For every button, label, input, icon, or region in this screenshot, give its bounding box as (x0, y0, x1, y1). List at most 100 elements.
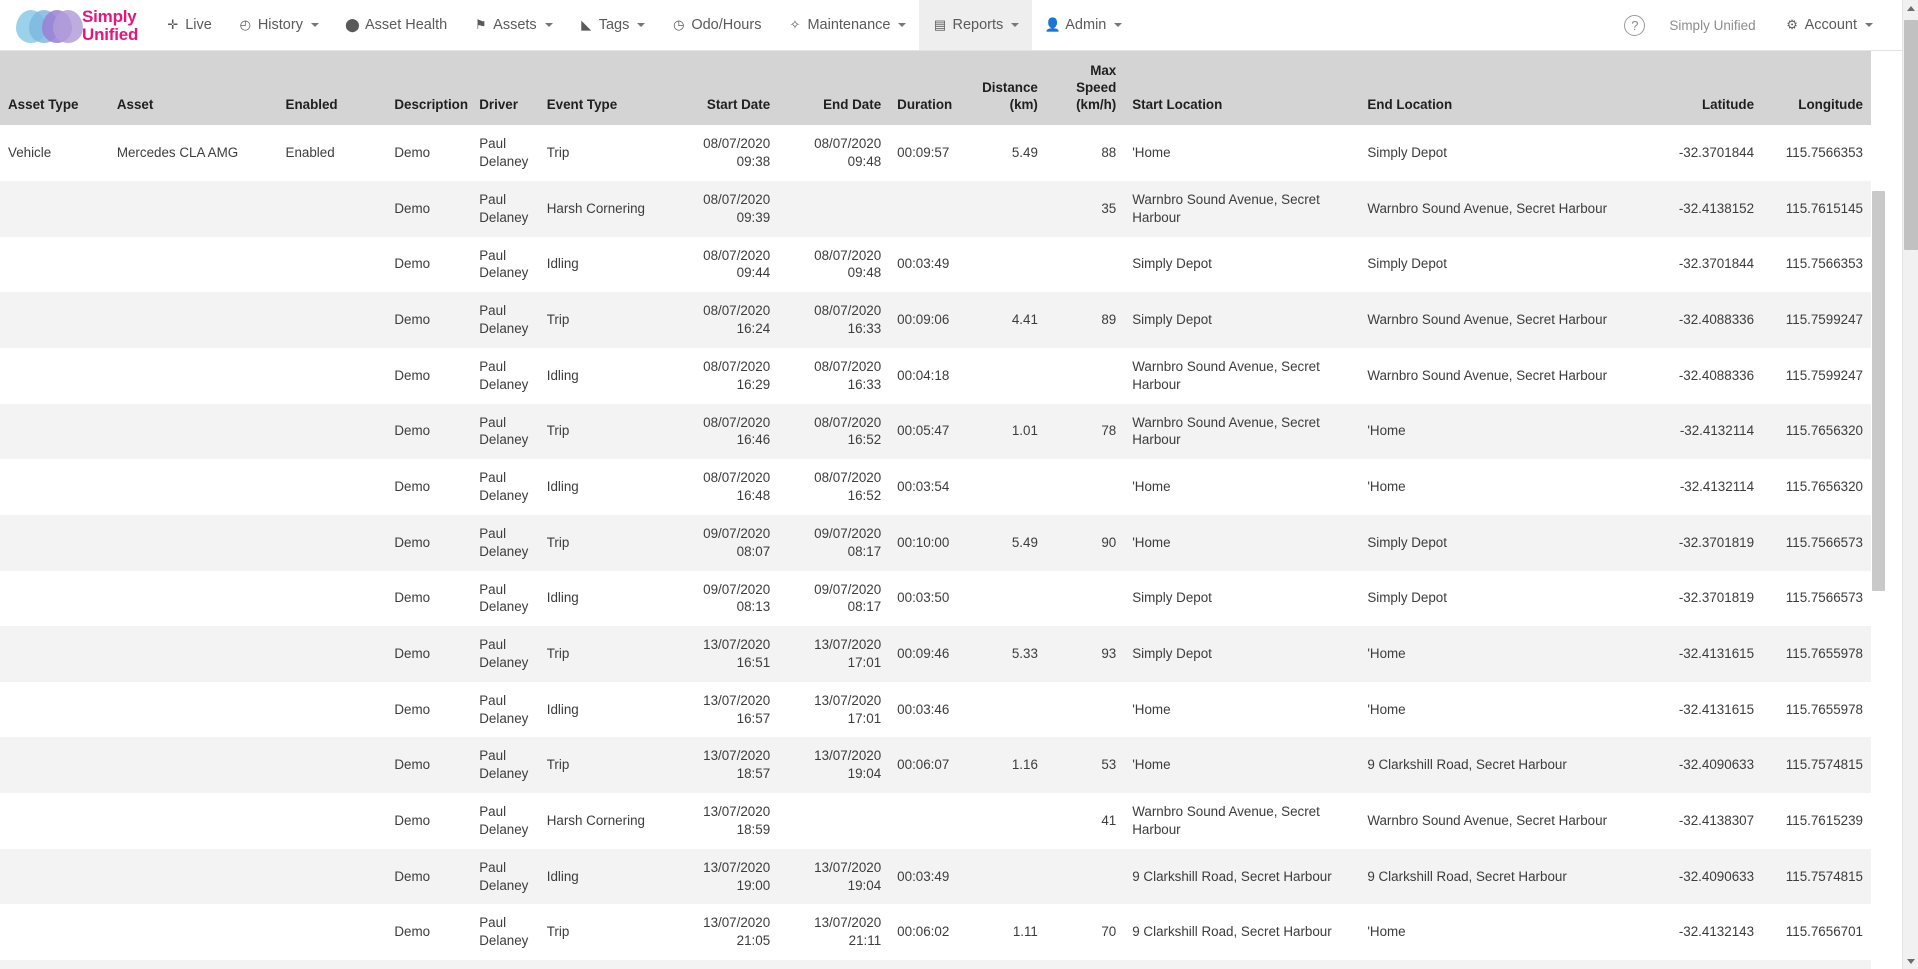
cell-event_type: Trip (546, 145, 570, 161)
cell-asset_type (0, 348, 109, 404)
cell-enabled (278, 404, 387, 460)
cell-end_date: 13/07/2020 19:04 (814, 859, 882, 893)
column-header-asset[interactable]: Asset (108, 51, 278, 126)
cell-longitude: 115.7656701 (1785, 924, 1863, 940)
cell-start_location: 'Home (1132, 701, 1171, 717)
cell-end_date: 08/07/2020 09:48 (814, 247, 882, 281)
cell-longitude: 115.7655978 (1785, 646, 1863, 662)
column-header-description[interactable]: Description (386, 51, 472, 126)
column-header-end-location[interactable]: End Location (1359, 51, 1645, 126)
cell-asset (109, 571, 278, 627)
cell-enabled (278, 459, 387, 515)
table-row[interactable]: Demo Paul Delaney Harsh Cornering 08/07/202… (0, 180, 1871, 237)
table-row[interactable]: Demo Paul Delaney Trip 13/07/2020 21:05 13/0… (0, 904, 1871, 961)
column-header-max-speed[interactable]: Max Speed (km/h) (1045, 51, 1125, 126)
cell-latitude: -32.4132114 (1679, 479, 1755, 495)
cell-enabled (278, 237, 387, 293)
inner-vertical-scrollbar-thumb[interactable] (1872, 191, 1885, 591)
cell-end_location: 'Home (1359, 960, 1644, 969)
table-row[interactable]: Demo Paul Delaney Trip 08/07/2020 16:46 08/0… (0, 403, 1871, 460)
cell-enabled (278, 960, 387, 969)
column-header-start-date[interactable]: Start Date (658, 51, 779, 126)
cell-description: Demo (394, 200, 431, 216)
cell-start_date: 09/07/2020 08:07 (703, 525, 771, 559)
nav-item-reports[interactable]: ▤ Reports (919, 0, 1033, 50)
nav-item-live[interactable]: ✛ Live (152, 0, 225, 50)
table-row[interactable]: Demo Paul Delaney Trip 08/07/2020 16:24 08/0… (0, 292, 1871, 348)
cell-asset (109, 348, 278, 404)
cell-max_speed (1046, 348, 1124, 404)
cell-end_location: Warnbro Sound Avenue, Secret Harbour (1367, 367, 1608, 383)
column-header-end-date[interactable]: End Date (778, 51, 890, 126)
nav-item-maintenance[interactable]: ✧ Maintenance (774, 0, 919, 50)
nav-item-history-label: History (257, 17, 303, 33)
table-header: Asset Type Asset Enabled Description Dri… (0, 51, 1871, 126)
cell-enabled (278, 292, 387, 348)
column-header-longitude[interactable]: Longitude (1762, 51, 1871, 126)
crosshair-icon: ✛ (167, 17, 179, 32)
cell-asset_type (0, 515, 109, 571)
cell-driver: Paul Delaney (479, 358, 529, 392)
table-row[interactable]: Demo Paul Delaney Idling 13/07/2020 16:57 13… (0, 681, 1871, 738)
scroll-down-arrow-icon[interactable] (1903, 953, 1918, 969)
column-header-enabled[interactable]: Enabled (277, 51, 387, 126)
cell-distance (968, 181, 1046, 237)
cell-max_speed (1046, 571, 1124, 627)
cell-end_date: 13/07/2020 19:04 (814, 748, 882, 782)
cell-start_date: 13/07/2020 18:57 (703, 748, 771, 782)
column-header-start-location[interactable]: Start Location (1124, 51, 1360, 126)
nav-item-odo-hours[interactable]: ◷ Odo/Hours (658, 0, 774, 50)
nav-item-asset-health[interactable]: ⬤ Asset Health (332, 0, 460, 50)
table-row[interactable]: Vehicle Mercedes CLA AMG Enabled Demo Paul D… (0, 125, 1871, 181)
help-icon[interactable]: ? (1624, 14, 1646, 36)
cell-enabled (278, 849, 387, 905)
cell-driver: Paul Delaney (479, 581, 529, 615)
wrench-icon: ✧ (789, 17, 801, 32)
page-vertical-scrollbar[interactable] (1902, 0, 1918, 969)
table-row[interactable]: Demo Paul Delaney Trip 09/07/2020 08:07 09/0… (0, 514, 1871, 571)
page-scrollbar-thumb[interactable] (1904, 20, 1918, 250)
cell-start_location: Warnbro Sound Avenue, Secret Harbour (1132, 804, 1320, 837)
table-row[interactable]: Demo Paul Delaney Idling 08/07/2020 16:29 08… (0, 347, 1871, 404)
nav-item-account[interactable]: ⚙ Account (1772, 17, 1886, 33)
nav-item-assets[interactable]: ⚑ Assets (460, 0, 566, 50)
nav-item-tags[interactable]: ◣ Tags (566, 0, 659, 50)
column-header-distance[interactable]: Distance (km) (967, 51, 1046, 126)
table-row[interactable]: Demo Paul Delaney Trip 13/07/2020 18:57 13/0… (0, 737, 1871, 794)
table-row[interactable]: Demo Paul Delaney Idling 13/07/2020 19:00 13… (0, 848, 1871, 905)
cell-end_date (778, 793, 889, 849)
cell-asset_type (0, 682, 109, 738)
column-header-duration[interactable]: Duration (889, 51, 968, 126)
brand-text: Simply Unified (82, 8, 138, 43)
brand-logo[interactable]: Simply Unified (0, 0, 152, 51)
cell-event_type: Idling (546, 256, 579, 272)
column-header-event-type[interactable]: Event Type (538, 51, 659, 126)
nav-item-history[interactable]: ◴ History (225, 0, 332, 50)
table-row[interactable]: Demo Paul Delaney Harsh Cornering 13/07/202… (0, 793, 1871, 849)
cell-asset_type: Vehicle (8, 145, 52, 161)
table-row[interactable]: Demo Paul Delaney Trip 13/07/2020 16:51 13/0… (0, 626, 1871, 682)
cell-description: Demo (386, 960, 471, 969)
cell-event_type: Harsh Cornering (546, 200, 645, 216)
cell-asset (109, 237, 278, 293)
cell-longitude: 115.7656701 (1762, 960, 1871, 969)
cell-enabled (278, 682, 387, 738)
column-header-asset-type[interactable]: Asset Type (0, 51, 109, 126)
cell-distance (968, 348, 1046, 404)
cell-event_type: Idling (546, 479, 579, 495)
table-row[interactable]: DemoPaul DelaneyIdling13/07/2020 21:0713… (0, 960, 1871, 969)
table-row[interactable]: Demo Paul Delaney Idling 08/07/2020 16:48 08… (0, 459, 1871, 515)
cell-distance (968, 849, 1046, 905)
cell-asset (109, 181, 278, 237)
table-row[interactable]: Demo Paul Delaney Idling 09/07/2020 08:13 09… (0, 570, 1871, 627)
cell-enabled (278, 737, 387, 793)
nav-item-admin[interactable]: 👤 Admin (1032, 0, 1135, 50)
cell-distance (968, 571, 1046, 627)
cell-distance (968, 682, 1046, 738)
table-row[interactable]: Demo Paul Delaney Idling 08/07/2020 09:44 08… (0, 236, 1871, 293)
column-header-driver[interactable]: Driver (471, 51, 539, 126)
cell-latitude: -32.4090633 (1678, 757, 1755, 773)
column-header-latitude[interactable]: Latitude (1644, 51, 1763, 126)
scroll-up-arrow-icon[interactable] (1903, 0, 1918, 16)
cell-driver: Paul Delaney (471, 960, 538, 969)
